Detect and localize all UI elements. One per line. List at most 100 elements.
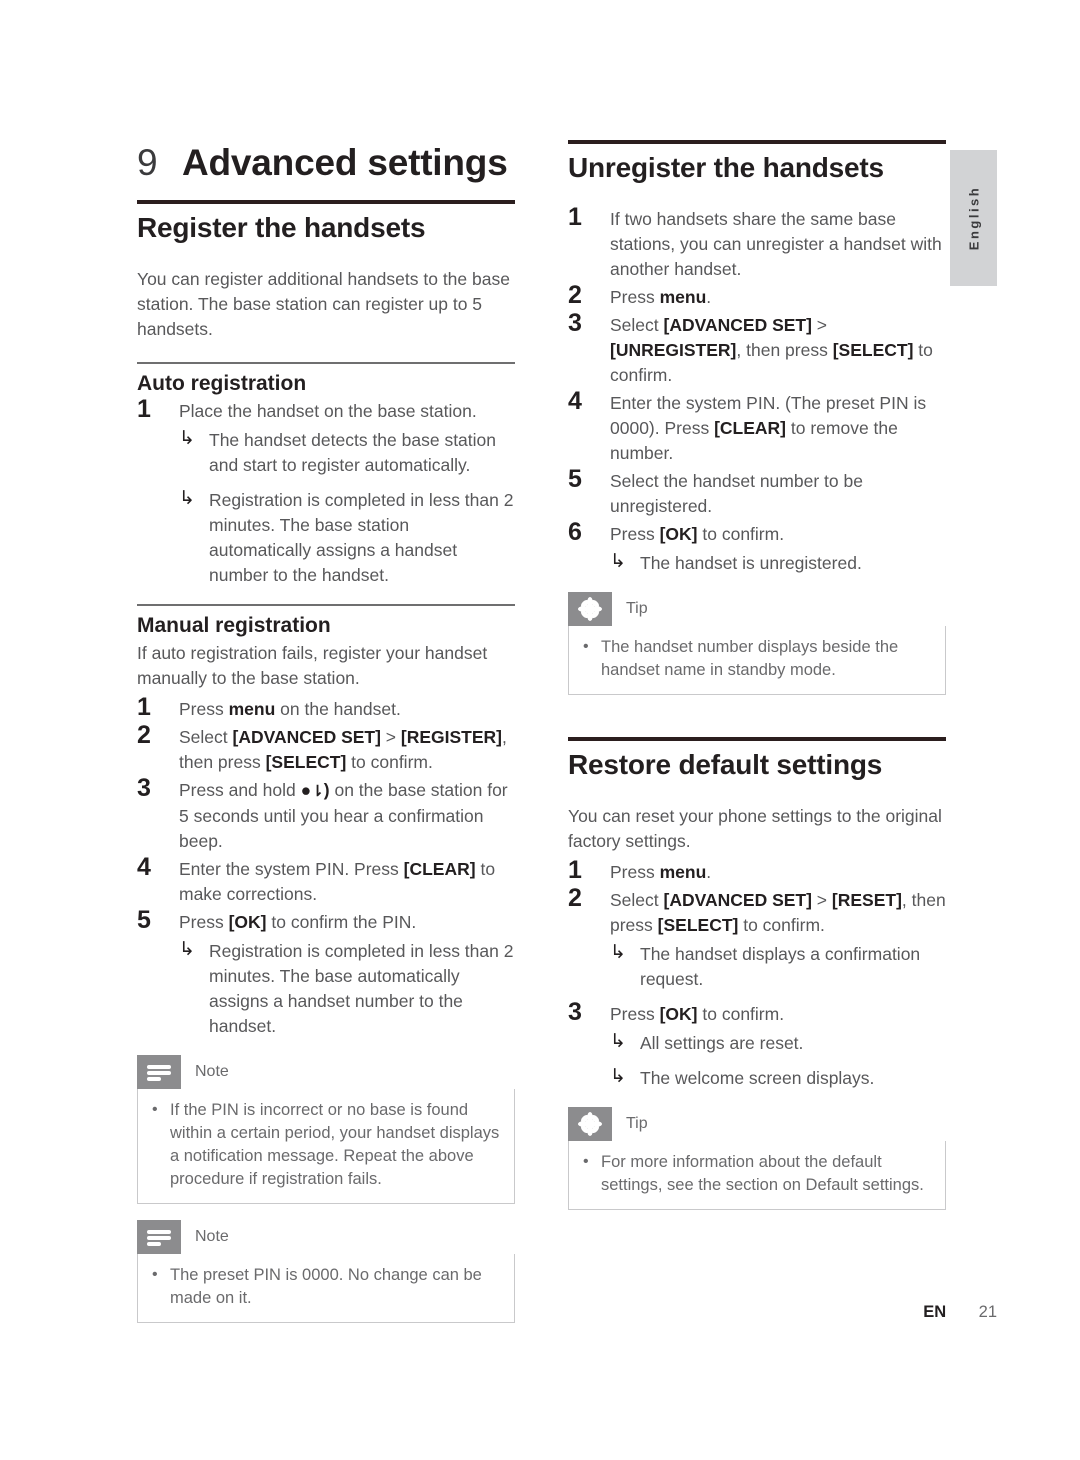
- left-column: 9 Advanced settings Register the handset…: [137, 140, 515, 1339]
- result-text: Registration is completed in less than 2…: [209, 941, 514, 1036]
- result-text: Registration is completed in less than 2…: [209, 490, 514, 585]
- step-text-bold: menu: [228, 699, 276, 719]
- step-text-pre: Press: [610, 524, 660, 544]
- footer-language-code: EN: [923, 1303, 947, 1321]
- step-text: Enter the system PIN. (The preset PIN is…: [610, 391, 946, 466]
- step-text-bold3: [SELECT]: [657, 915, 739, 935]
- result-item: ↳ The handset detects the base station a…: [179, 428, 515, 478]
- result-item: ↳ The handset displays a confirmation re…: [610, 942, 946, 992]
- step-text-mid2: , then press: [736, 340, 833, 360]
- language-tab-label: English: [966, 185, 981, 251]
- callout-label: Note: [195, 1063, 229, 1080]
- step-item: 4 Enter the system PIN. Press [CLEAR] to…: [137, 853, 515, 907]
- chapter-heading: 9 Advanced settings: [137, 140, 515, 186]
- step-number: 5: [137, 906, 151, 934]
- result-text: The welcome screen displays.: [640, 1068, 875, 1088]
- callout-body: The handset number displays beside the h…: [568, 626, 946, 695]
- tip-callout-2: Tip For more information about the defau…: [568, 1107, 946, 1210]
- unregister-steps: 1 If two handsets share the same base st…: [568, 203, 946, 576]
- step-text-pre: Select: [610, 890, 664, 910]
- auto-registration-steps: 1 Place the handset on the base station.…: [137, 395, 515, 588]
- asterisk-icon: [577, 1111, 603, 1137]
- step-text-bold: [OK]: [659, 1004, 698, 1024]
- asterisk-icon: [577, 596, 603, 622]
- note-callout-1: Note If the PIN is incorrect or no base …: [137, 1055, 515, 1204]
- step-text-bold3: [SELECT]: [265, 752, 347, 772]
- result-text: All settings are reset.: [640, 1033, 804, 1053]
- step-item: 1 Press menu.: [568, 856, 946, 885]
- result-arrow-icon: ↳: [179, 428, 195, 449]
- step-text-bold: [OK]: [659, 524, 698, 544]
- step-text: If two handsets share the same base stat…: [610, 209, 942, 279]
- step-text-pre: Press: [179, 699, 229, 719]
- step-text-post: .: [706, 287, 712, 307]
- result-item: ↳ The welcome screen displays.: [610, 1066, 946, 1091]
- step-text: Press and hold ●⇂) on the base station f…: [179, 778, 515, 854]
- result-item: ↳ All settings are reset.: [610, 1031, 946, 1056]
- step-number: 1: [568, 203, 582, 231]
- step-text: Place the handset on the base station.: [179, 401, 477, 421]
- step-text: Select the handset number to be unregist…: [610, 471, 863, 516]
- result-text: The handset is unregistered.: [640, 553, 862, 573]
- step-item: 3 Select [ADVANCED SET] > [UNREGISTER], …: [568, 309, 946, 388]
- step-number: 4: [568, 387, 582, 415]
- section-heading-restore: Restore default settings: [568, 749, 883, 780]
- paging-icon: ●⇂): [300, 780, 330, 800]
- step-number: 1: [137, 693, 151, 721]
- step-text-mid: >: [811, 315, 828, 335]
- manual-registration-steps: 1 Press menu on the handset. 2 Select [A…: [137, 693, 515, 1039]
- step-results: ↳ The handset displays a confirmation re…: [610, 942, 946, 992]
- step-text: Select [ADVANCED SET] > [UNREGISTER], th…: [610, 313, 946, 388]
- step-item: 5 Press [OK] to confirm the PIN. ↳ Regis…: [137, 906, 515, 1039]
- step-item: 2 Select [ADVANCED SET] > [RESET], then …: [568, 884, 946, 992]
- result-text: The handset detects the base station and…: [209, 430, 496, 475]
- chapter-title: Advanced settings: [182, 142, 508, 183]
- step-number: 1: [137, 395, 151, 423]
- callout-label: Tip: [626, 600, 648, 617]
- step-item: 2 Press menu.: [568, 281, 946, 310]
- step-text: Press [OK] to confirm.: [610, 1002, 946, 1027]
- step-text-bold: [CLEAR]: [403, 859, 476, 879]
- step-text: Select [ADVANCED SET] > [REGISTER], then…: [179, 725, 515, 775]
- step-item: 5 Select the handset number to be unregi…: [568, 465, 946, 519]
- step-text-pre: Press: [610, 287, 660, 307]
- step-item: 6 Press [OK] to confirm. ↳ The handset i…: [568, 518, 946, 576]
- step-text-bold: [OK]: [228, 912, 267, 932]
- callout-header: Note: [137, 1055, 515, 1089]
- step-item: 3 Press [OK] to confirm. ↳ All settings …: [568, 998, 946, 1091]
- tip-icon: [568, 1107, 612, 1141]
- section-rule: [568, 737, 946, 741]
- step-text-bold: [ADVANCED SET]: [663, 890, 812, 910]
- step-item: 1 Place the handset on the base station.…: [137, 395, 515, 588]
- callout-label: Tip: [626, 1115, 648, 1132]
- step-text-bold2: [UNREGISTER]: [610, 340, 737, 360]
- right-column: Unregister the handsets 1 If two handset…: [568, 140, 946, 1226]
- step-number: 5: [568, 465, 582, 493]
- result-item: ↳ Registration is completed in less than…: [179, 939, 515, 1039]
- section-rule: [137, 200, 515, 204]
- page-footer: EN 21: [0, 1303, 1080, 1322]
- step-text: Press menu.: [610, 860, 946, 885]
- step-item: 4 Enter the system PIN. (The preset PIN …: [568, 387, 946, 466]
- result-arrow-icon: ↳: [179, 488, 195, 509]
- step-text: Press menu.: [610, 285, 946, 310]
- step-text: Press menu on the handset.: [179, 697, 515, 722]
- step-text-post: to confirm.: [697, 524, 785, 544]
- tip-icon: [568, 592, 612, 626]
- step-number: 3: [137, 774, 151, 802]
- result-arrow-icon: ↳: [610, 551, 626, 572]
- step-text-bold3: [SELECT]: [832, 340, 914, 360]
- step-number: 6: [568, 518, 582, 546]
- step-text-bold: menu: [659, 862, 707, 882]
- step-results: ↳ The handset detects the base station a…: [179, 428, 515, 588]
- step-text-post: to confirm.: [346, 752, 433, 772]
- step-number: 2: [568, 281, 582, 309]
- section-rule: [568, 140, 946, 144]
- subsection-rule-auto: [137, 362, 515, 364]
- language-tab: English: [950, 150, 997, 286]
- footer-page-number: 21: [978, 1303, 997, 1321]
- step-text-pre: Press and hold: [179, 780, 301, 800]
- step-text-pre: Enter the system PIN. Press: [179, 859, 404, 879]
- step-text-pre: Select: [179, 727, 233, 747]
- tip-callout-1: Tip The handset number displays beside t…: [568, 592, 946, 695]
